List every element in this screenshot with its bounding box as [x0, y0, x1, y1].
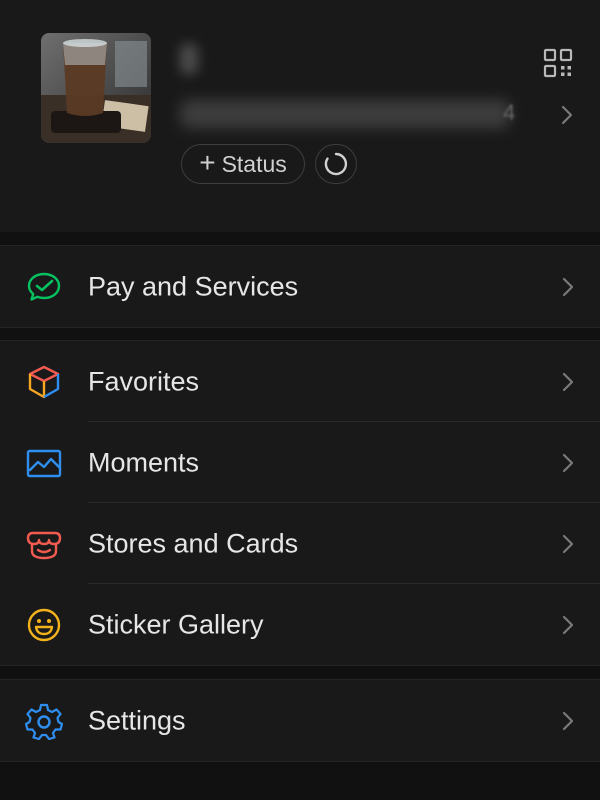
chevron-right-icon: [562, 534, 574, 553]
menu-item-favorites[interactable]: Favorites: [0, 341, 600, 422]
plus-icon: +: [199, 147, 216, 178]
profile-id-tail: 4: [503, 100, 516, 125]
menu-item-pay-services[interactable]: Pay and Services: [0, 246, 600, 327]
me-screen: 4 + Status Pay and Services Favorites Mo…: [0, 0, 600, 800]
chevron-right-icon: [562, 711, 574, 730]
menu-item-moments[interactable]: Moments: [0, 422, 600, 503]
menu-item-label: Stores and Cards: [88, 528, 299, 558]
favorites-cube-icon: [25, 363, 63, 401]
menu-group-settings: Settings: [0, 679, 600, 762]
menu-item-label: Sticker Gallery: [88, 609, 264, 639]
menu-item-label: Moments: [88, 447, 200, 477]
stores-icon: [25, 525, 63, 563]
chevron-right-icon: [562, 453, 574, 472]
menu-item-stores-cards[interactable]: Stores and Cards: [0, 503, 600, 584]
profile-header[interactable]: 4 + Status: [0, 0, 600, 232]
add-status-button[interactable]: + Status: [181, 144, 305, 184]
status-ring-icon: [324, 152, 348, 176]
qr-code-icon[interactable]: [543, 48, 573, 78]
menu-group-main: Favorites Moments Stores and Cards Stick…: [0, 340, 600, 666]
settings-gear-icon: [25, 702, 63, 740]
profile-id-redacted: [180, 100, 510, 128]
menu-item-label: Pay and Services: [88, 271, 299, 301]
pay-services-icon: [25, 268, 63, 306]
chevron-right-icon: [562, 615, 574, 634]
chevron-right-icon[interactable]: [560, 104, 574, 126]
chevron-right-icon: [562, 372, 574, 391]
menu-item-sticker-gallery[interactable]: Sticker Gallery: [0, 584, 600, 665]
menu-group-pay: Pay and Services: [0, 245, 600, 328]
menu-item-label: Settings: [88, 705, 186, 735]
menu-item-settings[interactable]: Settings: [0, 680, 600, 761]
menu-item-label: Favorites: [88, 366, 200, 396]
avatar-photo: [41, 33, 151, 143]
chevron-right-icon: [562, 277, 574, 296]
sticker-smile-icon: [25, 606, 63, 644]
moments-image-icon: [25, 444, 63, 482]
status-ring-button[interactable]: [315, 144, 357, 184]
avatar[interactable]: [41, 33, 151, 143]
status-label: Status: [221, 150, 287, 177]
profile-name-redacted: [180, 44, 198, 74]
